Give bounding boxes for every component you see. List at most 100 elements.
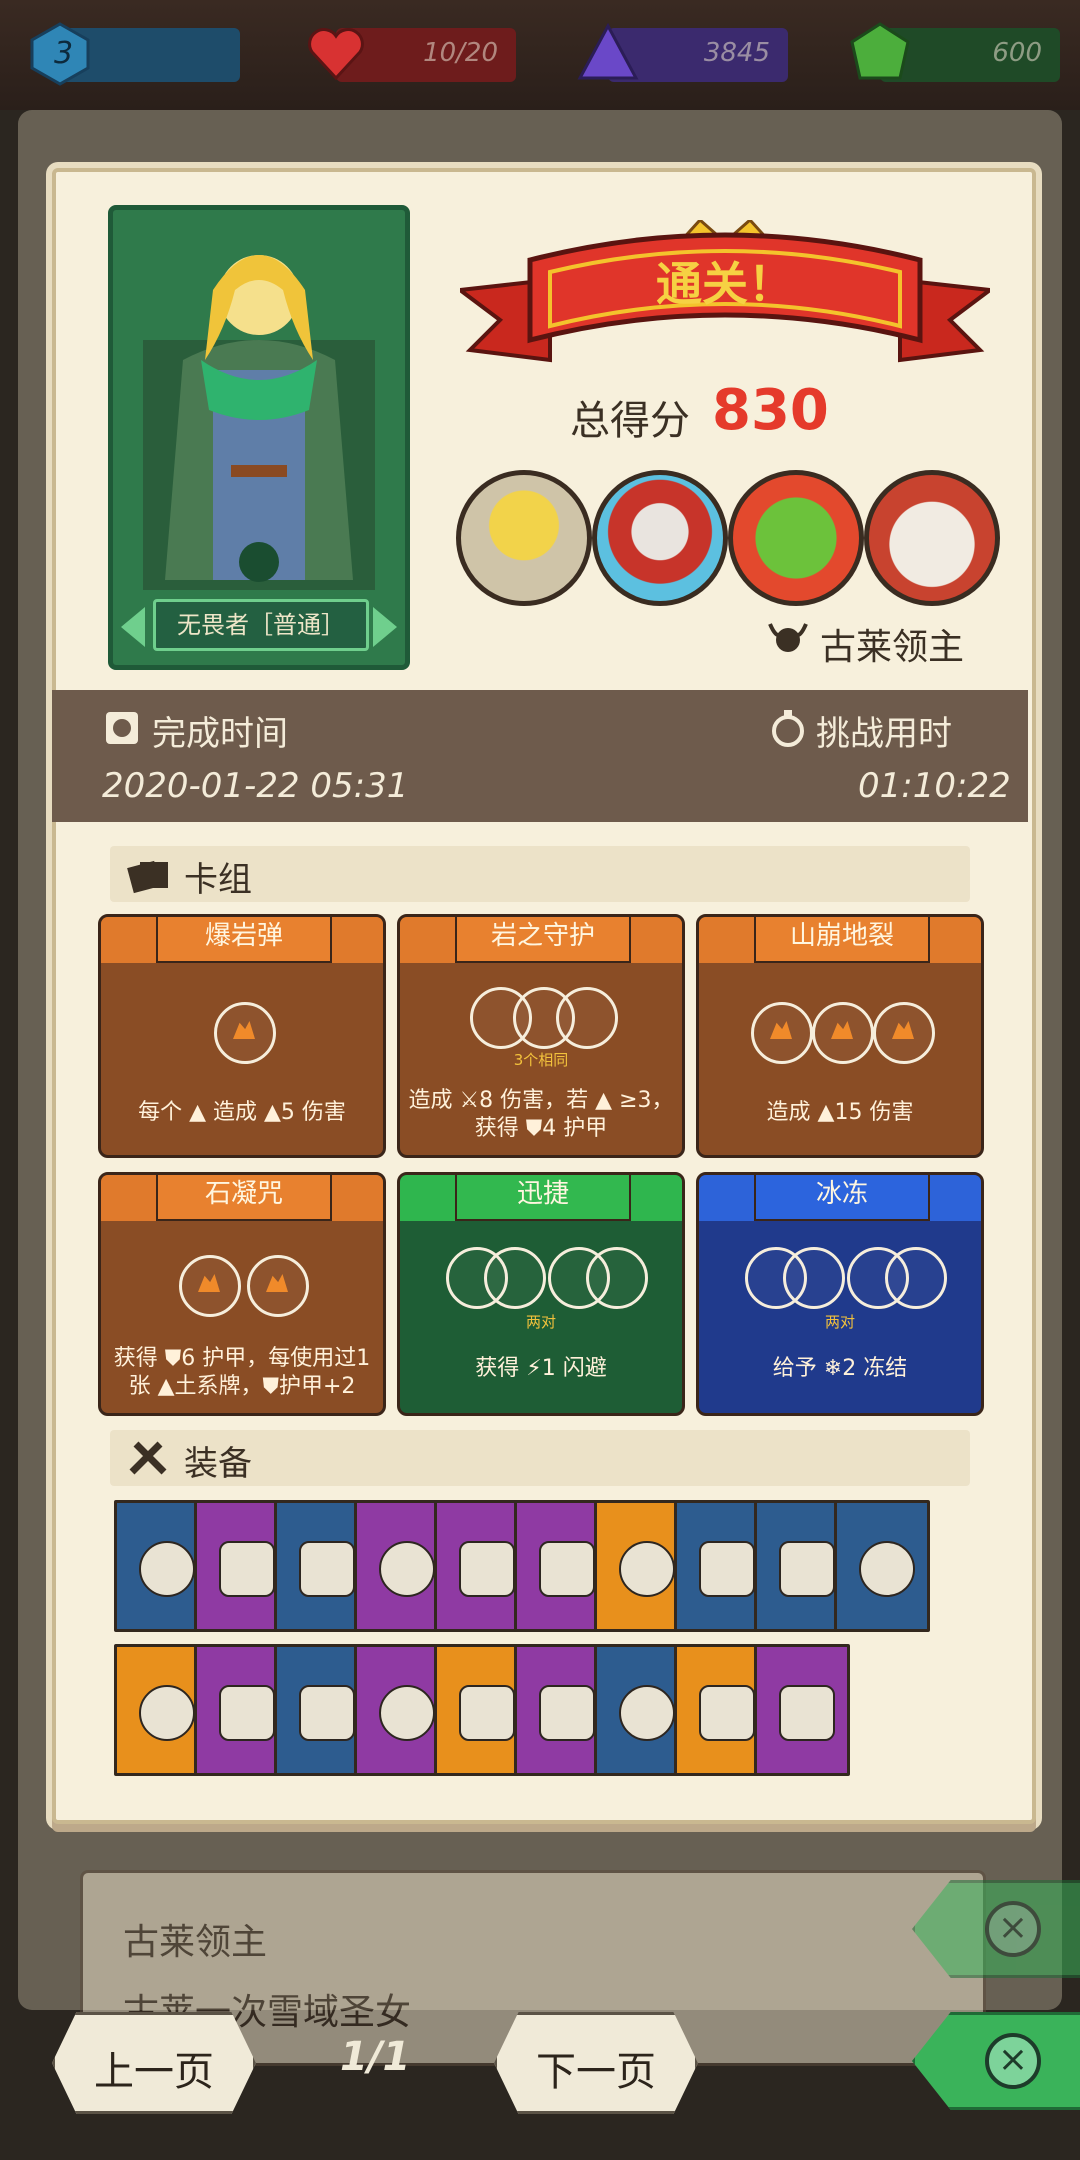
skill-card-6[interactable]: 冰冻 两对 给予 ❄2 冻结: [696, 1172, 984, 1416]
challenge-time-value: 01:10:22: [858, 766, 1011, 806]
empty-slot-icon: [586, 1247, 648, 1309]
leaf-icon: [779, 1541, 835, 1597]
ice-crown-icon: [859, 1541, 915, 1597]
boss-avatar-2: [592, 470, 728, 606]
fire-heart-icon: [459, 1541, 515, 1597]
gem-icon: [539, 1541, 595, 1597]
skill-card-title: 岩之守护: [455, 917, 631, 963]
skill-card-3[interactable]: 山崩地裂 造成 ▲15 伤害: [696, 914, 984, 1158]
earth-slot-icon: [812, 1002, 874, 1064]
level-value: 3: [54, 36, 74, 71]
pumpkin-icon: [219, 1685, 275, 1741]
spike-ball-icon: [699, 1685, 755, 1741]
empty-slot-icon: [783, 1247, 845, 1309]
smoke-icon: [379, 1541, 435, 1597]
skill-card-4[interactable]: 石凝咒 获得 ⛊6 护甲，每使用过1张 ▲土系牌，⛊护甲+2: [98, 1172, 386, 1416]
cheese-tree-icon: [299, 1541, 355, 1597]
calendar-icon: [106, 712, 138, 744]
skill-card-5[interactable]: 迅捷 两对 获得 ⚡1 闪避: [397, 1172, 685, 1416]
hero-portrait: 无畏者［普通］: [108, 205, 410, 670]
skull-horns-icon: [768, 623, 808, 652]
hp-value: 10/20: [423, 38, 498, 68]
scroll-icon: [139, 1541, 195, 1597]
stopwatch-icon: [772, 710, 804, 747]
cards-icon: [127, 860, 168, 894]
skill-card-title: 爆岩弹: [156, 917, 332, 963]
shield-rune-icon: [299, 1685, 355, 1741]
next-page-button[interactable]: 下一页: [494, 2012, 698, 2114]
close-icon: ×: [985, 2033, 1041, 2089]
skill-card-desc: 每个 ▲ 造成 ▲5 伤害: [138, 1100, 346, 1125]
close-icon: ×: [985, 1901, 1041, 1957]
boss-avatar-4: [864, 470, 1000, 606]
page-indicator: 1/1: [340, 2034, 411, 2080]
score-value: 830: [712, 378, 829, 443]
staff-icon: [619, 1685, 675, 1741]
skill-card-condition: 两对: [525, 1313, 556, 1331]
feather-icon: [459, 1685, 515, 1741]
background-lord: 古莱领主: [123, 1922, 268, 1963]
next-hero-arrow[interactable]: [373, 607, 397, 647]
empty-slot-icon: [885, 1247, 947, 1309]
prev-hero-arrow[interactable]: [121, 607, 145, 647]
equipment-icon: [129, 1441, 167, 1475]
stage-lord: 古莱领主: [820, 627, 965, 668]
equipment-card[interactable]: [834, 1500, 930, 1632]
boot-icon: [379, 1685, 435, 1741]
gem-value: 600: [992, 38, 1042, 68]
crown-mask-icon: [619, 1541, 675, 1597]
moon-icon: [699, 1541, 755, 1597]
score-label: 总得分: [570, 398, 690, 444]
deck-header: 卡组: [110, 846, 970, 902]
earth-slot-icon: [179, 1255, 241, 1317]
deck-title: 卡组: [184, 860, 252, 900]
equipment-header: 装备: [110, 1430, 970, 1486]
skill-card-title: 迅捷: [455, 1175, 631, 1221]
prev-page-button[interactable]: 上一页: [52, 2012, 256, 2114]
top-status-bar: 3 10/20 3845 600: [0, 0, 1080, 110]
earth-slot-icon: [873, 1002, 935, 1064]
crystal-icon: [577, 22, 639, 80]
level-bar: 3: [30, 22, 240, 86]
boss-avatar-1: [456, 470, 592, 606]
dagger-icon: [779, 1685, 835, 1741]
crystal-bar: 3845: [577, 22, 788, 82]
equipment-card[interactable]: [754, 1644, 850, 1776]
victory-text: 通关！: [656, 257, 794, 311]
heart-icon: [308, 28, 364, 81]
earth-slot-icon: [214, 1002, 276, 1064]
tentacle-icon: [139, 1685, 195, 1741]
finish-time-value: 2020-01-22 05:31: [102, 766, 409, 806]
skill-card-title: 石凝咒: [156, 1175, 332, 1221]
skill-card-title: 冰冻: [754, 1175, 930, 1221]
skill-card-desc: 造成 ⚔8 伤害，若 ▲ ≥3，获得 ⛊4 护甲: [408, 1088, 674, 1141]
skill-card-title: 山崩地裂: [754, 917, 930, 963]
finish-time-label: 完成时间: [152, 714, 288, 754]
hero-image: [143, 255, 375, 590]
time-bar: 完成时间 2020-01-22 05:31 挑战用时 01:10:22: [52, 690, 1028, 822]
skill-card-desc: 获得 ⛊6 护甲，每使用过1张 ▲土系牌，⛊护甲+2: [113, 1346, 371, 1399]
empty-slot-icon: [484, 1247, 546, 1309]
skill-card-desc: 给予 ❄2 冻结: [772, 1356, 908, 1381]
earth-slot-icon: [247, 1255, 309, 1317]
next-page-label: 下一页: [536, 2049, 656, 2095]
boss-avatar-3: [728, 470, 864, 606]
hero-name: 无畏者［普通］: [153, 599, 369, 651]
skill-card-desc: 造成 ▲15 伤害: [766, 1100, 914, 1125]
skill-card-desc: 获得 ⚡1 闪避: [475, 1356, 607, 1381]
coin-icon: [219, 1541, 275, 1597]
gem-bar: 600: [850, 22, 1060, 82]
earth-slot-icon: [751, 1002, 813, 1064]
equipment-title: 装备: [184, 1444, 252, 1484]
dice-icon: [539, 1685, 595, 1741]
prev-page-label: 上一页: [94, 2049, 214, 2095]
crystal-value: 3845: [703, 38, 770, 68]
skill-card-2[interactable]: 岩之守护 3个相同 造成 ⚔8 伤害，若 ▲ ≥3，获得 ⛊4 护甲: [397, 914, 685, 1158]
challenge-time-label: 挑战用时: [816, 714, 952, 754]
skill-card-condition: 3个相同: [513, 1051, 569, 1069]
skill-card-1[interactable]: 爆岩弹 每个 ▲ 造成 ▲5 伤害: [98, 914, 386, 1158]
skill-card-condition: 两对: [824, 1313, 855, 1331]
empty-slot-icon: [556, 987, 618, 1049]
green-gem-icon: [850, 22, 910, 80]
hp-bar: 10/20: [308, 28, 516, 82]
